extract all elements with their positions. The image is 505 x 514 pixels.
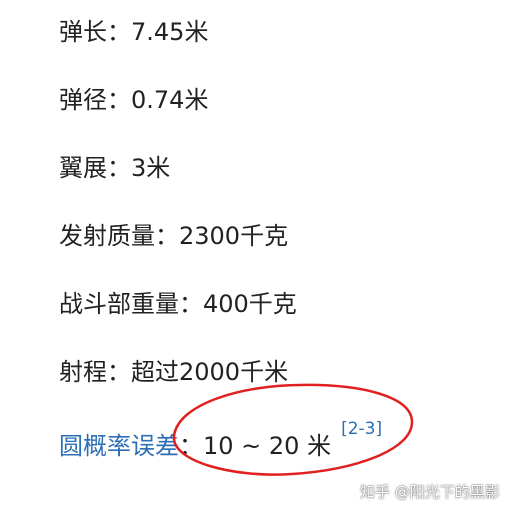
spec-launch-mass: 发射质量：2300千克: [59, 220, 288, 252]
spec-missile-length: 弹长：7.45米: [59, 16, 208, 48]
zhihu-watermark: 知乎 @阳光下的黑影: [360, 483, 500, 501]
spec-label: 发射质量：: [59, 222, 179, 250]
spec-value: 7.45米: [131, 18, 209, 46]
spec-wingspan: 翼展：3米: [59, 152, 170, 184]
cep-separator: ：: [179, 432, 203, 460]
spec-label: 战斗部重量：: [59, 290, 203, 318]
cep-link[interactable]: 圆概率误差: [59, 432, 179, 460]
spec-warhead-weight: 战斗部重量：400千克: [59, 288, 297, 320]
spec-value: 400千克: [203, 290, 297, 318]
spec-missile-diameter: 弹径：0.74米: [59, 84, 208, 116]
spec-range: 射程：超过2000千米: [59, 356, 288, 388]
spec-value: 0.74米: [131, 86, 209, 114]
spec-label: 翼展：: [59, 154, 131, 182]
spec-value: 3米: [131, 154, 171, 182]
spec-label: 射程：: [59, 358, 131, 386]
cep-value: 10 ~ 20 米: [203, 432, 332, 460]
spec-label: 弹长：: [59, 18, 131, 46]
reference-link[interactable]: [2-3]: [341, 419, 382, 439]
spec-value: 2300千克: [179, 222, 289, 250]
spec-label: 弹径：: [59, 86, 131, 114]
spec-cep: 圆概率误差：10 ~ 20 米 [2-3]: [59, 419, 382, 462]
spec-value: 超过2000千米: [131, 358, 289, 386]
